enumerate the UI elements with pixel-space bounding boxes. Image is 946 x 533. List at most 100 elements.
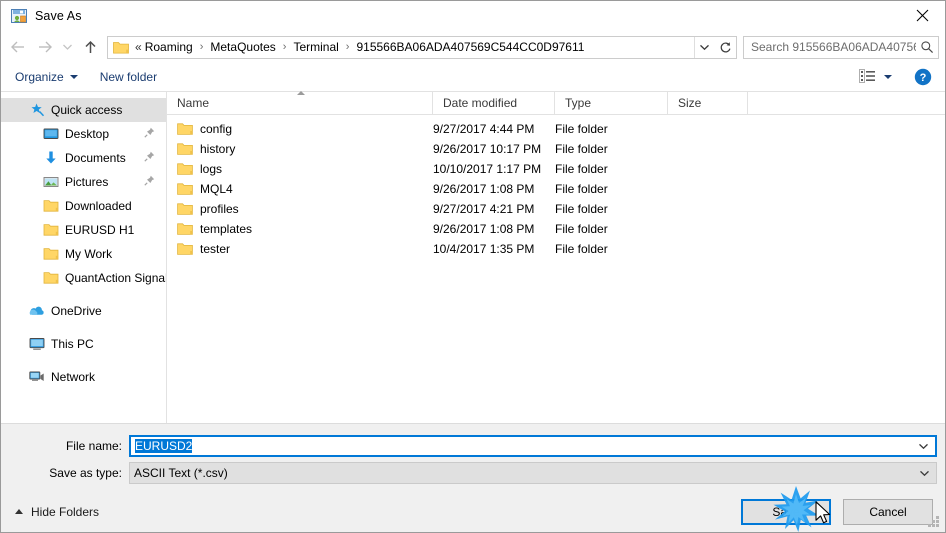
- file-name-text: profiles: [200, 202, 239, 216]
- file-name-value-wrap: EURUSD2: [131, 438, 911, 453]
- search-box[interactable]: Search 915566BA06ADA40756...: [743, 35, 939, 59]
- chevron-down-icon[interactable]: [912, 469, 936, 477]
- table-row[interactable]: logs 10/10/2017 1:17 PM File folder: [167, 159, 945, 179]
- file-name-cell: tester: [167, 242, 433, 256]
- resize-grip-icon[interactable]: [928, 516, 941, 529]
- sidebar-item-label: QuantAction Signal: [65, 271, 167, 285]
- sidebar-item-quantaction-signal[interactable]: QuantAction Signal: [1, 266, 166, 290]
- pin-icon[interactable]: [144, 127, 155, 141]
- chevron-down-icon[interactable]: [911, 442, 935, 450]
- column-header-size[interactable]: Size: [668, 91, 748, 115]
- breadcrumb-item-roaming[interactable]: Roaming: [142, 40, 196, 54]
- organize-button[interactable]: Organize: [15, 70, 78, 84]
- sidebar-item-label: My Work: [65, 247, 113, 261]
- help-icon[interactable]: ?: [914, 68, 932, 86]
- organize-label: Organize: [15, 70, 64, 84]
- sidebar-item-label: Desktop: [65, 127, 110, 141]
- address-dropdown-icon[interactable]: [694, 36, 714, 58]
- address-bar[interactable]: « Roaming › MetaQuotes › Terminal › 9155…: [107, 35, 737, 59]
- breadcrumb-item-guid[interactable]: 915566BA06ADA407569C544CC0D97611: [353, 40, 587, 54]
- save-as-type-label: Save as type:: [49, 465, 122, 480]
- table-row[interactable]: tester 10/4/2017 1:35 PM File folder: [167, 239, 945, 259]
- breadcrumb-separator: ›: [345, 41, 350, 53]
- file-date-cell: 9/26/2017 1:08 PM: [433, 222, 535, 236]
- breadcrumb-separator: ›: [282, 41, 287, 53]
- file-name-cell: history: [167, 142, 433, 156]
- sidebar-item-label: Quick access: [51, 103, 123, 117]
- table-row[interactable]: history 9/26/2017 10:17 PM File folder: [167, 139, 945, 159]
- sidebar-item-documents[interactable]: Documents: [1, 146, 166, 170]
- pin-icon[interactable]: [144, 151, 155, 165]
- sidebar-item-eurusd-h1[interactable]: EURUSD H1: [1, 218, 166, 242]
- file-name-cell: MQL4: [167, 182, 433, 196]
- toolbar-right-group: ?: [859, 68, 945, 86]
- breadcrumb-item-metaquotes[interactable]: MetaQuotes: [207, 40, 278, 54]
- folder-icon: [177, 142, 193, 156]
- hide-folders-button[interactable]: Hide Folders: [15, 505, 99, 519]
- chevron-down-icon: [69, 75, 78, 79]
- table-row[interactable]: config 9/27/2017 4:44 PM File folder: [167, 119, 945, 139]
- column-header-date-modified[interactable]: Date modified: [433, 91, 555, 115]
- chevron-down-icon[interactable]: [884, 75, 892, 79]
- sidebar-item-quick-access[interactable]: Quick access: [1, 98, 166, 122]
- table-row[interactable]: templates 9/26/2017 1:08 PM File folder: [167, 219, 945, 239]
- file-name-cell: profiles: [167, 202, 433, 216]
- breadcrumb-overflow[interactable]: «: [133, 40, 142, 54]
- footer-buttons: Save Cancel: [729, 498, 933, 525]
- file-name-input[interactable]: EURUSD2: [129, 434, 937, 457]
- sidebar-item-label: Documents: [65, 151, 126, 165]
- file-type-cell: File folder: [555, 242, 608, 256]
- file-date-cell: 10/4/2017 1:35 PM: [433, 242, 535, 256]
- save-button[interactable]: Save: [741, 498, 831, 525]
- file-name-text: tester: [200, 242, 231, 256]
- sort-ascending-icon: [297, 91, 305, 95]
- sidebar-item-desktop[interactable]: Desktop: [1, 122, 166, 146]
- folder-icon: [43, 222, 59, 238]
- close-icon[interactable]: [899, 1, 945, 30]
- breadcrumb[interactable]: « Roaming › MetaQuotes › Terminal › 9155…: [133, 40, 694, 54]
- sidebar-item-label: Downloaded: [65, 199, 132, 213]
- file-type-cell: File folder: [555, 182, 608, 196]
- file-name-row: File name: EURUSD2: [1, 434, 945, 457]
- table-row[interactable]: profiles 9/27/2017 4:21 PM File folder: [167, 199, 945, 219]
- view-list-icon: [859, 68, 876, 86]
- file-name-text: logs: [200, 162, 223, 176]
- new-folder-label: New folder: [99, 70, 158, 84]
- chevron-up-icon: [15, 509, 23, 514]
- dialog-footer: Hide Folders Save Cancel: [1, 490, 945, 532]
- sidebar-item-network[interactable]: Network: [1, 365, 166, 389]
- cancel-button[interactable]: Cancel: [843, 498, 933, 525]
- save-form: File name: EURUSD2 Save as type: ASCII T…: [1, 423, 945, 490]
- window-title: Save As: [35, 9, 82, 23]
- column-header-type[interactable]: Type: [555, 91, 668, 115]
- sidebar-item-this-pc[interactable]: This PC: [1, 332, 166, 356]
- sidebar-item-my-work[interactable]: My Work: [1, 242, 166, 266]
- folder-icon: [113, 40, 129, 54]
- file-name-text: history: [200, 142, 236, 156]
- new-folder-button[interactable]: New folder: [100, 70, 157, 84]
- forward-button[interactable]: [31, 34, 57, 60]
- sidebar-item-pictures[interactable]: Pictures: [1, 170, 166, 194]
- folder-icon: [43, 246, 59, 262]
- sidebar-item-downloaded[interactable]: Downloaded: [1, 194, 166, 218]
- this-pc-icon: [29, 336, 45, 352]
- recent-locations-button[interactable]: [57, 34, 77, 60]
- sidebar-item-onedrive[interactable]: OneDrive: [1, 299, 166, 323]
- file-name-text: MQL4: [200, 182, 233, 196]
- save-as-type-select[interactable]: ASCII Text (*.csv): [129, 461, 937, 484]
- file-date-cell: 9/26/2017 1:08 PM: [433, 182, 535, 196]
- pin-icon[interactable]: [144, 175, 155, 189]
- table-row[interactable]: MQL4 9/26/2017 1:08 PM File folder: [167, 179, 945, 199]
- refresh-icon[interactable]: [714, 37, 736, 58]
- up-button[interactable]: [77, 34, 103, 60]
- search-input[interactable]: Search 915566BA06ADA40756...: [744, 40, 916, 54]
- title-bar: Save As: [1, 1, 945, 31]
- pictures-icon: [43, 174, 59, 190]
- breadcrumb-item-terminal[interactable]: Terminal: [290, 40, 341, 54]
- view-mode-button[interactable]: [859, 68, 892, 86]
- back-button[interactable]: [5, 34, 31, 60]
- command-toolbar: Organize New folder ?: [1, 63, 945, 92]
